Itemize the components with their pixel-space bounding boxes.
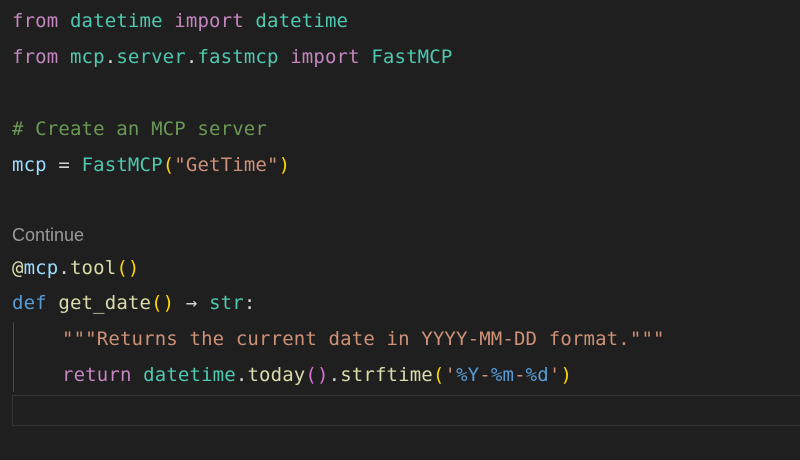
format-spec: %d (525, 364, 549, 386)
code-editor[interactable]: from datetime import datetime from mcp.s… (0, 0, 800, 460)
dot: . (58, 257, 70, 279)
code-line-1[interactable]: from datetime import datetime (12, 7, 348, 35)
string-text: - (514, 364, 526, 386)
paren: ) (560, 364, 573, 386)
keyword-return: return (62, 364, 132, 386)
keyword-from: from (12, 10, 59, 32)
code-line-10[interactable]: return datetime.today().strftime('%Y-%m-… (62, 361, 572, 389)
keyword-import: import (290, 46, 360, 68)
keyword-def: def (12, 292, 47, 314)
imported-name: FastMCP (371, 46, 453, 68)
current-line-highlight[interactable] (12, 395, 800, 426)
dot: . (235, 364, 248, 386)
arrow: → (174, 292, 210, 314)
module-name: datetime (69, 10, 163, 32)
colon: : (243, 292, 256, 314)
string-literal: "GetTime" (174, 154, 279, 176)
paren: () (305, 364, 329, 386)
code-line-9[interactable]: """Returns the current date in YYYY-MM-D… (62, 325, 665, 353)
method-name: strftime (340, 364, 433, 386)
decorator-function: tool (69, 257, 117, 279)
class-name: FastMCP (81, 154, 163, 176)
code-line-2[interactable]: from mcp.server.fastmcp import FastMCP (12, 43, 452, 71)
comment: # Create an MCP server (12, 118, 267, 140)
return-type: str (209, 292, 244, 314)
paren: ) (278, 154, 291, 176)
code-line-8[interactable]: def get_date() → str: (12, 289, 255, 317)
code-line-7[interactable]: @mcp.tool() (12, 254, 140, 282)
module-name: server (116, 46, 186, 68)
dot: . (104, 46, 117, 68)
paren: ( (432, 364, 445, 386)
dot: . (328, 364, 341, 386)
code-line-5[interactable]: mcp = FastMCP("GetTime") (12, 151, 290, 179)
keyword-from: from (12, 46, 59, 68)
decorator-at: @ (12, 257, 24, 279)
imported-name: datetime (255, 10, 349, 32)
keyword-import: import (174, 10, 244, 32)
paren: () (116, 257, 140, 279)
variable: mcp (12, 154, 47, 176)
code-line-4[interactable]: # Create an MCP server (12, 115, 267, 143)
object-name: datetime (143, 364, 236, 386)
module-name: mcp (69, 46, 105, 68)
operator: = (46, 154, 82, 176)
decorator-object: mcp (23, 257, 59, 279)
codelens-continue[interactable]: Continue (12, 222, 84, 248)
string-text: - (479, 364, 491, 386)
method-name: today (247, 364, 306, 386)
module-name: fastmcp (197, 46, 279, 68)
paren: () (151, 292, 175, 314)
string-quote: ' (444, 364, 457, 386)
format-spec: %Y (456, 364, 480, 386)
format-spec: %m (490, 364, 515, 386)
function-name: get_date (58, 292, 152, 314)
docstring: """Returns the current date in YYYY-MM-D… (62, 328, 665, 350)
string-quote: ' (548, 364, 561, 386)
indent-guide (13, 322, 14, 392)
paren: ( (162, 154, 175, 176)
dot: . (185, 46, 198, 68)
